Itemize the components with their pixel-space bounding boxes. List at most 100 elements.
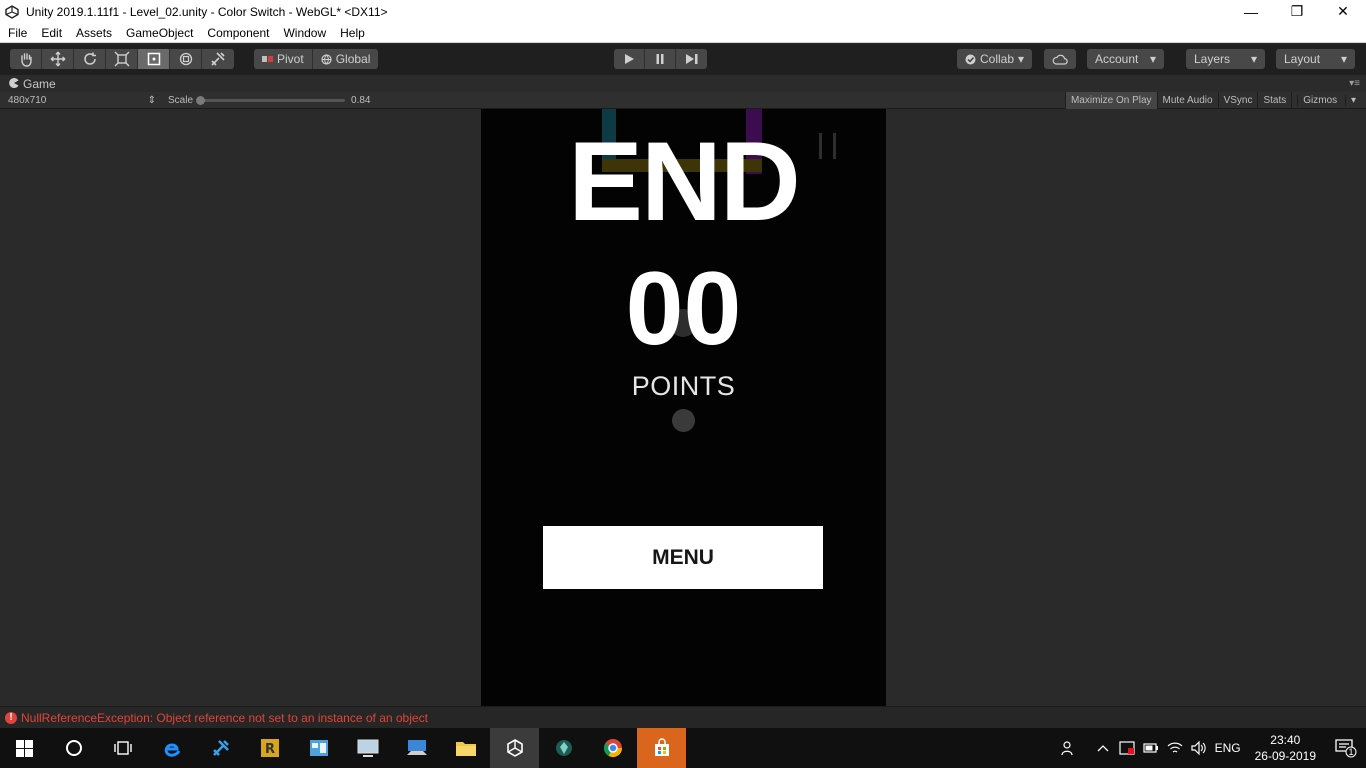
window-title-bar: Unity 2019.1.11f1 - Level_02.unity - Col… [0,0,1366,23]
hand-tool-button[interactable] [10,49,42,69]
restore-button[interactable]: ❐ [1274,0,1320,23]
layout-dropdown[interactable]: Layout ▾ [1276,49,1355,69]
maximize-on-play-toggle[interactable]: Maximize On Play [1064,91,1157,109]
blue-window-icon [309,740,328,756]
scale-tool-button[interactable] [106,49,138,69]
clock[interactable]: 23:40 26-09-2019 [1245,732,1326,764]
security-alert-icon[interactable] [1115,728,1139,768]
scale-icon [114,51,129,67]
account-group: Account ▾ [1087,49,1164,69]
task-view-icon [113,741,132,755]
people-icon[interactable] [1057,728,1081,768]
chevron-down-icon: ▾ [1344,94,1361,106]
scale-slider-knob[interactable] [196,95,206,105]
transform-tool-button[interactable] [170,49,202,69]
layers-group: Layers ▾ [1186,49,1265,69]
taskbar-unity[interactable] [490,728,539,768]
menu-edit[interactable]: Edit [34,26,69,40]
window-title: Unity 2019.1.11f1 - Level_02.unity - Col… [26,4,388,19]
rotate-tool-button[interactable] [74,49,106,69]
menu-button[interactable]: MENU [543,526,823,589]
game-screen: END 00 POINTS MENU [481,109,886,706]
taskbar-app-monitor[interactable] [343,728,392,768]
search-button[interactable] [49,728,98,768]
taskbar-tools[interactable] [196,728,245,768]
menu-component[interactable]: Component [200,26,276,40]
task-view-button[interactable] [98,728,147,768]
global-toggle[interactable]: Global [312,49,379,69]
menu-gameobject[interactable]: GameObject [119,26,200,40]
taskbar-chrome[interactable] [588,728,637,768]
menu-help[interactable]: Help [333,26,372,40]
rotate-icon [83,52,96,65]
clock-date: 26-09-2019 [1254,749,1316,763]
gizmos-dropdown[interactable]: Gizmos ▾ [1291,91,1366,109]
chevron-up-icon[interactable] [1091,728,1115,768]
transform-all-icon [179,52,192,66]
globe-icon [321,53,332,65]
checkmark-icon [965,54,976,64]
store-bag-icon [654,738,669,756]
tools-icon [212,740,229,756]
chevron-down-icon: ▾ [1340,52,1347,66]
menu-window[interactable]: Window [276,26,333,40]
notification-icon [1335,739,1357,758]
cloud-button[interactable] [1044,49,1076,69]
wrench-icon [211,52,225,66]
start-button[interactable] [0,728,49,768]
game-view-toolbar: 480x710 ⇕ Scale 0.84 Maximize On Play Mu… [0,91,1366,109]
pivot-toggle[interactable]: Pivot [254,49,313,69]
clock-time: 23:40 [1270,733,1301,747]
battery-icon[interactable] [1139,728,1163,768]
taskbar-app-shield[interactable] [539,728,588,768]
updown-arrows-icon: ⇕ [147,94,156,106]
unity-logo-icon [4,4,20,20]
taskbar-file-explorer[interactable] [441,728,490,768]
minimize-button[interactable]: — [1228,0,1274,23]
taskbar-edge[interactable] [147,728,196,768]
close-button[interactable]: ✕ [1320,0,1366,23]
this-pc-icon [406,740,427,755]
chevron-down-icon: ▾ [1149,52,1156,66]
language-indicator[interactable]: ENG [1211,728,1245,768]
mute-audio-toggle[interactable]: Mute Audio [1156,91,1218,109]
wifi-icon[interactable] [1163,728,1187,768]
action-center-button[interactable]: 1 [1326,728,1366,768]
volume-icon[interactable] [1187,728,1211,768]
step-button[interactable] [676,49,707,69]
taskbar-app-r[interactable]: R [245,728,294,768]
play-icon [625,54,634,64]
hand-icon [20,53,32,67]
menu-assets[interactable]: Assets [69,26,119,40]
svg-text:R: R [264,742,274,757]
pause-button[interactable] [645,49,676,69]
vsync-toggle[interactable]: VSync [1217,91,1258,109]
scale-value: 0.84 [351,94,371,106]
edge-browser-icon [164,743,180,757]
resolution-dropdown[interactable]: 480x710 ⇕ [0,95,160,106]
account-dropdown[interactable]: Account ▾ [1087,49,1164,69]
unity-icon [506,739,523,757]
collab-dropdown[interactable]: Collab ▾ [957,49,1033,69]
custom-tool-button[interactable] [202,49,234,69]
stats-toggle[interactable]: Stats [1257,91,1291,109]
chevron-down-icon: ▾ [1018,52,1025,66]
notification-count: 1 [1348,747,1354,757]
scale-label: Scale [168,94,194,106]
play-button[interactable] [614,49,645,69]
move-tool-button[interactable] [42,49,74,69]
taskbar-app-blue[interactable] [294,728,343,768]
rect-tool-button[interactable] [138,49,170,69]
cloud-icon [1052,54,1068,65]
resolution-value: 480x710 [8,94,47,106]
console-status-bar[interactable]: ! NullReferenceException: Object referen… [0,706,1366,728]
layers-dropdown[interactable]: Layers ▾ [1186,49,1265,69]
menu-file[interactable]: File [0,26,34,40]
scale-slider[interactable] [196,95,346,105]
shield-app-icon [555,740,572,756]
tab-menu-icon[interactable]: ▾≡ [1349,78,1360,89]
final-score: 00 [625,251,742,367]
tab-game[interactable]: Game [0,77,56,91]
taskbar-store[interactable] [637,728,686,768]
taskbar-app-pc[interactable] [392,728,441,768]
